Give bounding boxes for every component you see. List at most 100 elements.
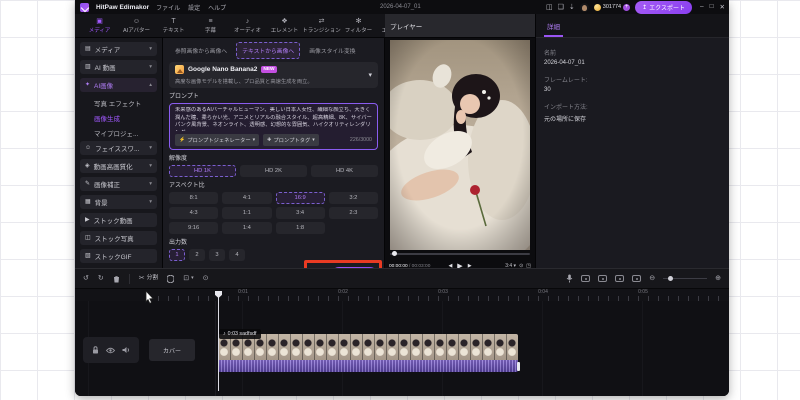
sidebar-item-photo-effects[interactable]: 写真 エフェクト [94,96,157,109]
name-value: 2026-04-07_01 [544,60,585,66]
keyframe-button[interactable]: ⊙ [203,275,209,282]
zoom-out-button[interactable]: ⊖ [649,275,655,282]
subtab-style-transfer[interactable]: 画像スタイル変換 [303,42,361,59]
feedback-icon[interactable]: ❑ [558,4,564,11]
zoom-in-button[interactable]: ⊕ [715,275,721,282]
aspect-1-8[interactable]: 1:8 [275,222,325,234]
menu-file[interactable]: ファイル [156,3,180,12]
aspect-4-3[interactable]: 4:3 [169,207,219,219]
import-method-value: 元の場所に保存 [544,117,587,123]
output-2[interactable]: 2 [189,249,205,261]
sidebar-item-my-projects[interactable]: マイプロジェ... [94,126,157,139]
tab-filters[interactable]: ✻ フィルター [340,14,377,37]
delete-button[interactable] [113,275,120,283]
tab-details[interactable]: 詳細 [544,21,563,37]
record-voiceover-button[interactable] [566,274,573,283]
preview-image [368,40,548,275]
resolution-label: 解像度 [169,156,188,162]
sidebar-item-media[interactable]: ▤ メディア ▾ [80,42,157,56]
image-generator-panel: 参照画像から画像へ テキストから画像へ 画像スタイル変換 Google Nano… [163,38,385,268]
aspect-3-2[interactable]: 3:2 [328,192,378,204]
export-button[interactable]: ↥ エクスポート [635,0,692,14]
auto-ripple-icon[interactable] [615,275,625,282]
sidebar-item-image-generation[interactable]: 画像生成 [94,111,157,124]
cover-button[interactable]: カバー [149,339,195,361]
output-3[interactable]: 3 [209,249,225,261]
resolution-hd2k[interactable]: HD 2K [240,165,307,177]
eye-icon[interactable] [105,347,115,354]
redo-button[interactable]: ↻ [98,275,104,282]
user-avatar[interactable] [579,2,589,12]
aspect-1-1[interactable]: 1:1 [222,207,272,219]
clip-trim-handle[interactable] [517,362,520,371]
sidebar-item-stock-gif[interactable]: ▧ ストックGIF [80,249,157,263]
mute-icon[interactable] [122,346,130,354]
output-1[interactable]: 1 [169,249,185,261]
sidebar-item-ai-video[interactable]: ▥ AI 動画 ▾ [80,60,157,74]
timeline-clip[interactable]: ♪ 0:03 sadfsdf [218,329,520,373]
split-button[interactable]: ✂ 分割 [139,275,158,282]
tab-ai-avatar[interactable]: ☺ AIアバター [118,14,155,37]
maximize-button[interactable]: □ [710,3,714,11]
tab-transitions[interactable]: ⇄ トランジション [302,14,341,37]
sidebar-item-ai-image[interactable]: ✦ AI画像 ▴ [80,78,157,92]
aspect-2-3[interactable]: 2:3 [328,207,378,219]
prompt-textarea[interactable]: 未来感のあるAIバーチャルヒューマン、美しい日本人女性、繊細な顔立ち、大きく潤ん… [175,107,372,131]
sidebar-item-stock-video[interactable]: ▶ ストック動画 [80,213,157,227]
snap-icon[interactable] [632,275,642,282]
marker-icon[interactable] [167,274,175,283]
credits-chip[interactable]: 301774 + [593,3,631,11]
undo-button[interactable]: ↺ [83,275,89,282]
crop-tool-button[interactable]: ⊡ ▾ [183,275,193,282]
close-button[interactable]: ✕ [720,3,725,11]
seek-bar[interactable] [390,251,530,256]
aspect-3-4[interactable]: 3:4 [275,207,325,219]
minimize-button[interactable]: – [700,3,704,11]
sidebar-item-video-enhance[interactable]: ◈ 動画高画質化 ▾ [80,159,157,173]
clip-audio-waveform[interactable] [218,360,518,372]
menu-help[interactable]: ヘルプ [208,3,226,12]
aspect-8-1[interactable]: 8:1 [169,192,219,204]
prompt-generator-button[interactable]: ⚡ プロンプトジェネレーター ▾ [175,134,260,146]
aspect-4-1[interactable]: 4:1 [222,192,272,204]
zoom-slider-knob[interactable] [668,276,674,281]
timeline-zoom-slider[interactable] [663,276,708,281]
clip-label: ♪ 0:03 sadfsdf [219,329,261,339]
aspect-1-4[interactable]: 1:4 [222,222,272,234]
add-credits-icon[interactable]: + [623,3,631,11]
menu-settings[interactable]: 設定 [188,3,200,12]
clip-filmstrip[interactable] [218,334,518,360]
layout-icon[interactable]: ◫ [546,4,553,11]
aspect-16-9[interactable]: 16:9 [275,192,325,204]
prompt-tag-button[interactable]: ✚ プロンプトタグ ▾ [263,134,319,146]
sidebar-item-image-correction[interactable]: ✎ 画像補正 ▾ [80,177,157,191]
timeline-ruler[interactable]: 0:01 0:02 0:03 0:04 0:05 [75,289,729,301]
tab-effects[interactable]: ✦ エフェクト [377,14,385,37]
output-4[interactable]: 4 [229,249,245,261]
aspect-9-16[interactable]: 9:16 [169,222,219,234]
model-selector[interactable]: Google Nano Banana2 NEW 高度な画像モデルを搭載し、プロ品… [169,62,378,88]
playhead[interactable] [215,291,222,391]
tab-text[interactable]: T テキスト [155,14,192,37]
seek-handle[interactable] [392,251,397,256]
sidebar-item-background[interactable]: ▦ 背景 ▾ [80,195,157,209]
resolution-hd1k[interactable]: HD 1K [169,165,236,177]
lock-icon[interactable] [92,346,99,354]
tab-media[interactable]: ▣ メディア [81,14,118,37]
sidebar: ▤ メディア ▾ ▥ AI 動画 ▾ ✦ AI画像 ▴ 写真 エフェクト 画像生… [75,38,163,268]
timeline-tracks: カバー ♪ 0:03 sadfsdf [75,301,729,396]
tab-elements[interactable]: ❖ エレメント [266,14,303,37]
subtab-image-to-image[interactable]: 参照画像から画像へ [169,42,233,59]
subtab-text-to-image[interactable]: テキストから画像へ [236,42,301,59]
link-clips-icon[interactable] [581,275,591,282]
download-icon[interactable]: ⇣ [569,4,575,11]
resolution-hd4k[interactable]: HD 4K [311,165,378,177]
magnet-icon[interactable] [598,275,608,282]
tab-audio[interactable]: ♪ オーディオ [229,14,266,37]
sidebar-item-face-swap[interactable]: ☺ フェイススワ... ▾ [80,141,157,155]
tab-subtitles[interactable]: ≡ 字幕 [192,14,229,37]
chevron-down-icon[interactable]: ▾ [368,71,372,79]
sidebar-item-stock-photo[interactable]: ◫ ストック写真 [80,231,157,245]
model-banana-icon [175,65,184,74]
output-count-options: 1 2 3 4 [169,249,378,261]
